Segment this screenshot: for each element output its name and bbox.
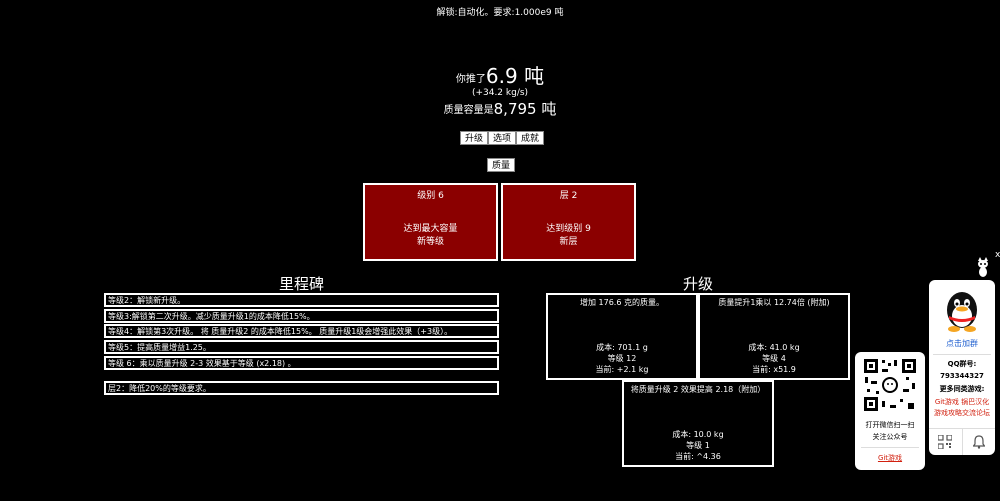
tab-options[interactable]: 选项 xyxy=(488,131,517,145)
upgrade-effect: 当前: x51.9 xyxy=(752,365,796,374)
rank-reset-button[interactable]: 级别 6 达到最大容量 新等级 xyxy=(363,183,498,261)
milestone-item: 层2：降低20%的等级要求。 xyxy=(104,381,499,395)
mass-upgrade-3[interactable]: 将质量升级 2 效果提高 2.18（附加） 成本: 10.0 kg 等级 1 当… xyxy=(622,380,774,467)
upgrade-cost: 成本: 701.1 g xyxy=(596,343,648,352)
qr-code-image xyxy=(862,357,918,413)
upgrade-effect: 当前: +2.1 kg xyxy=(595,365,649,374)
mass-value: 6.9 吨 xyxy=(485,64,545,88)
upgrade-level: 等级 4 xyxy=(762,354,786,363)
tier-reset-button[interactable]: 层 2 达到级别 9 新层 xyxy=(501,183,636,261)
more-games-label: 更多同类游戏: xyxy=(939,385,985,393)
wechat-follow-text: 关注公众号 xyxy=(872,433,908,441)
milestone-item: 等级4：解锁第3次升级。 将 质量升级2 的成本降低15%。 质量升级1级会增强… xyxy=(104,324,499,338)
mass-capacity: 质量容量是8,795 吨 xyxy=(0,98,1000,119)
tab-achievements[interactable]: 成就 xyxy=(516,131,545,145)
upgrade-description: 将质量升级 2 效果提高 2.18（附加） xyxy=(630,385,766,394)
tab-upgrades[interactable]: 升级 xyxy=(460,131,489,145)
qq-group-number: 793344327 xyxy=(940,372,984,380)
upgrade-level: 等级 1 xyxy=(686,441,710,450)
milestone-item: 等级2：解锁新升级。 xyxy=(104,293,499,307)
tier-requirement: 达到级别 9 xyxy=(546,224,591,234)
milestone-item: 等级 6：乘以质量升级 2-3 效果基于等级 (x2.18) 。 xyxy=(104,356,499,370)
rank-action: 新等级 xyxy=(416,237,444,247)
subtab-mass[interactable]: 质量 xyxy=(487,158,516,172)
join-group-link[interactable]: 点击加群 xyxy=(929,338,995,349)
upgrade-effect: 当前: ^4.36 xyxy=(675,452,721,461)
upgrade-description: 增加 176.6 克的质量。 xyxy=(580,298,664,307)
guoba-link[interactable]: 锅巴汉化 xyxy=(961,398,989,406)
mass-upgrade-2[interactable]: 质量提升1乘以 12.74倍 (附加) 成本: 41.0 kg 等级 4 当前:… xyxy=(698,293,850,380)
capacity-prefix: 质量容量是 xyxy=(443,105,494,116)
tier-title: 层 2 xyxy=(559,191,578,201)
rank-title: 级别 6 xyxy=(417,191,444,201)
unlock-requirement: 解锁:自动化。要求:1.000e9 吨 xyxy=(436,8,564,18)
upgrade-description: 质量提升1乘以 12.74倍 (附加) xyxy=(718,298,830,307)
wechat-git-games-link[interactable]: Git游戏 xyxy=(855,453,925,463)
forum-link[interactable]: 游戏攻略交流论坛 xyxy=(929,408,995,418)
close-icon[interactable]: x xyxy=(995,250,1000,260)
milestone-item: 等级5：提高质量增益1.25。 xyxy=(104,340,499,354)
mass-display: 你推了6.9 吨 xyxy=(0,60,1000,89)
upgrade-level: 等级 12 xyxy=(607,354,637,363)
tier-action: 新层 xyxy=(559,237,578,247)
milestone-item: 等级3:解锁第二次升级。减少质量升级1的成本降低15%。 xyxy=(104,309,499,323)
mass-prefix: 你推了 xyxy=(455,74,486,85)
milestones-title: 里程碑 xyxy=(278,275,324,293)
upgrade-cost: 成本: 41.0 kg xyxy=(748,343,800,352)
upgrade-cost: 成本: 10.0 kg xyxy=(672,430,724,439)
qq-group-widget: 点击加群 QQ群号: 793344327 更多同类游戏: Git游戏 锅巴汉化 … xyxy=(929,280,995,455)
wechat-scan-text: 打开微信扫一扫 xyxy=(865,421,915,429)
mass-rate: (+34.2 kg/s) xyxy=(471,88,529,98)
capacity-value: 8,795 吨 xyxy=(493,100,557,118)
qq-penguin-icon[interactable] xyxy=(939,288,985,334)
qr-code-icon[interactable] xyxy=(929,429,963,455)
mass-upgrade-1[interactable]: 增加 176.6 克的质量。 成本: 701.1 g 等级 12 当前: +2.… xyxy=(546,293,698,380)
rank-requirement: 达到最大容量 xyxy=(403,224,458,234)
bell-icon[interactable] xyxy=(963,429,996,455)
cat-mascot-icon xyxy=(976,257,990,277)
git-games-link[interactable]: Git游戏 xyxy=(935,398,959,406)
qq-group-label: QQ群号: xyxy=(947,360,977,368)
upgrades-title: 升级 xyxy=(682,275,713,293)
wechat-qr-widget: 打开微信扫一扫 关注公众号 Git游戏 xyxy=(855,352,925,470)
